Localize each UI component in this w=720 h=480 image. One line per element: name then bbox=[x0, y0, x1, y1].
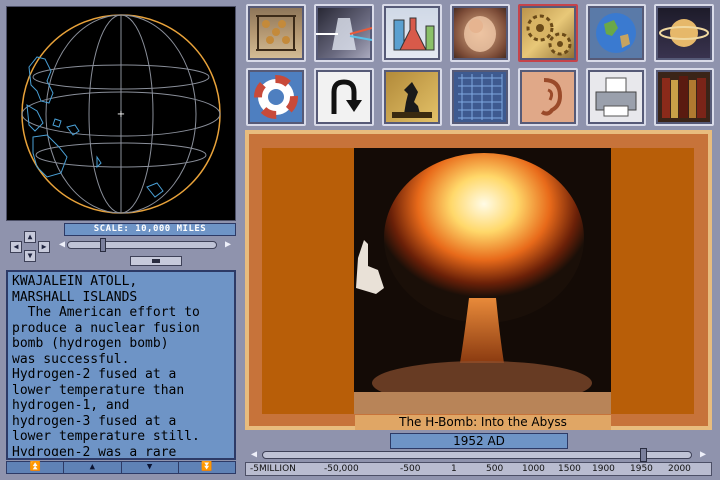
globe-map[interactable]: + bbox=[6, 6, 236, 221]
zoom-toggle-button[interactable] bbox=[130, 256, 182, 266]
timeline-tick: 1000 bbox=[522, 464, 545, 474]
games-button[interactable] bbox=[382, 68, 442, 126]
timeline-tick: -5MILLION bbox=[250, 464, 296, 474]
chemistry-topic-button[interactable] bbox=[382, 4, 442, 62]
library-button[interactable] bbox=[654, 68, 714, 126]
help-button[interactable] bbox=[246, 68, 306, 126]
gears-icon bbox=[526, 14, 572, 56]
u-turn-icon bbox=[331, 79, 362, 114]
earth-icon bbox=[596, 13, 636, 53]
chess-icon bbox=[392, 82, 432, 118]
saturn-icon bbox=[659, 19, 709, 47]
pan-down-button[interactable]: ▼ bbox=[24, 250, 36, 262]
timeline-tick: -500 bbox=[400, 464, 421, 474]
timeline-tick: 500 bbox=[486, 464, 504, 474]
text-scroll-bar: ⏫ ▲ ▼ ⏬ bbox=[6, 461, 236, 474]
prism-icon bbox=[316, 18, 373, 50]
timeline-back-arrow-icon[interactable]: ◀ bbox=[248, 449, 260, 461]
index-button[interactable] bbox=[450, 68, 510, 126]
go-back-button[interactable] bbox=[314, 68, 374, 126]
printer-icon bbox=[595, 77, 637, 117]
audio-button[interactable] bbox=[518, 68, 578, 126]
timeline-slider-track[interactable] bbox=[262, 451, 692, 459]
earth-topic-button[interactable] bbox=[586, 4, 646, 62]
scale-label: SCALE: 10,000 MILES bbox=[64, 223, 236, 236]
astronomy-topic-button[interactable] bbox=[654, 4, 714, 62]
books-icon bbox=[662, 76, 706, 118]
grid-icon bbox=[458, 74, 503, 120]
ear-icon bbox=[540, 78, 563, 116]
pan-up-button[interactable]: ▲ bbox=[24, 231, 36, 243]
timeline-scale: -5MILLION -50,000 -500 1 500 1000 1500 1… bbox=[245, 462, 712, 476]
fetus-icon bbox=[464, 16, 496, 52]
timeline-tick: 1 bbox=[451, 464, 457, 474]
physics-topic-button[interactable] bbox=[314, 4, 374, 62]
pan-right-button[interactable]: ▶ bbox=[38, 241, 50, 253]
life-preserver-icon bbox=[254, 75, 298, 119]
timeline-tick: 1900 bbox=[592, 464, 615, 474]
scroll-down-button[interactable]: ▼ bbox=[122, 462, 179, 473]
svg-text:+: + bbox=[117, 109, 125, 120]
h-bomb-photo[interactable] bbox=[354, 148, 611, 414]
timeline-tick: 1500 bbox=[558, 464, 581, 474]
print-button[interactable] bbox=[586, 68, 646, 126]
timeline-slider-thumb[interactable] bbox=[640, 448, 647, 462]
zoom-slider-thumb[interactable] bbox=[100, 238, 106, 252]
flasks-icon bbox=[393, 17, 435, 51]
timeline-forward-arrow-icon[interactable]: ▶ bbox=[697, 449, 709, 461]
article-text: KWAJALEIN ATOLL, MARSHALL ISLANDS The Am… bbox=[12, 274, 200, 456]
article-text-panel: KWAJALEIN ATOLL, MARSHALL ISLANDS The Am… bbox=[6, 270, 236, 460]
timeline-tick: 2000 bbox=[668, 464, 691, 474]
zoom-in-arrow-icon[interactable]: ▶ bbox=[222, 239, 234, 251]
scroll-top-button[interactable]: ⏫ bbox=[7, 462, 65, 473]
zoom-slider-track[interactable] bbox=[67, 241, 217, 249]
biology-topic-button[interactable] bbox=[450, 4, 510, 62]
abacus-icon bbox=[256, 15, 296, 51]
timeline-tick: -50,000 bbox=[324, 464, 359, 474]
math-topic-button[interactable] bbox=[246, 4, 306, 62]
scroll-up-button[interactable]: ▲ bbox=[64, 462, 122, 473]
timeline-tick: 1950 bbox=[630, 464, 653, 474]
current-date: 1952 AD bbox=[390, 433, 568, 449]
image-caption: The H-Bomb: Into the Abyss bbox=[355, 415, 611, 430]
technology-topic-button[interactable] bbox=[518, 4, 578, 62]
scroll-bottom-button[interactable]: ⏬ bbox=[179, 462, 235, 473]
pan-left-button[interactable]: ◀ bbox=[10, 241, 22, 253]
